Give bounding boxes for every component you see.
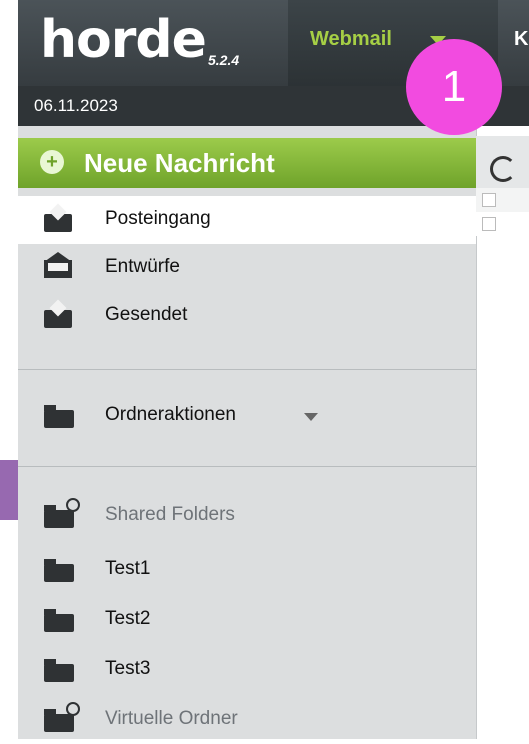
sidebar-item-test3[interactable]: Test3 (18, 646, 476, 694)
sidebar-item-label: Gesendet (105, 304, 188, 325)
message-list-toolbar (476, 136, 529, 188)
plus-icon: + (40, 150, 64, 174)
sidebar: + Neue Nachricht Posteingang Entwürfe Ge… (18, 126, 476, 739)
refresh-icon[interactable] (490, 156, 516, 182)
current-date: 06.11.2023 (34, 96, 118, 115)
folder-expand-icon (44, 498, 80, 528)
table-row[interactable] (476, 188, 529, 212)
folder-actions-menu[interactable]: Ordneraktionen (18, 392, 476, 440)
version-label: 5.2.4 (208, 52, 240, 68)
table-row[interactable] (476, 212, 529, 236)
sidebar-item-label: Test2 (105, 608, 151, 629)
sidebar-item-label: Test1 (105, 558, 151, 579)
divider (18, 369, 476, 370)
new-message-label: Neue Nachricht (84, 148, 275, 178)
nav-webmail-label: Webmail (310, 28, 392, 50)
step-badge: 1 (406, 39, 502, 135)
sidebar-item-sent[interactable]: Gesendet (18, 292, 476, 340)
edge-accent (0, 460, 18, 520)
new-message-button[interactable]: + Neue Nachricht (18, 138, 476, 188)
drafts-icon (44, 252, 74, 280)
select-checkbox[interactable] (482, 193, 496, 207)
sidebar-item-test2[interactable]: Test2 (18, 596, 476, 644)
divider (18, 466, 476, 467)
message-list-pane (476, 126, 529, 739)
chevron-down-icon (304, 413, 318, 421)
sidebar-item-drafts[interactable]: Entwürfe (18, 244, 476, 292)
sidebar-item-label: Shared Folders (105, 504, 235, 525)
sent-icon (44, 299, 74, 328)
nav-next-item[interactable]: K (514, 28, 528, 51)
folder-icon (44, 558, 74, 582)
logo-text: horde (40, 10, 207, 70)
sidebar-item-virtual-folders[interactable]: Virtuelle Ordner (18, 696, 476, 744)
folder-icon (44, 658, 74, 682)
left-edge-strip (0, 0, 18, 739)
folder-icon (44, 608, 74, 632)
folder-expand-icon (44, 702, 80, 732)
folder-icon (44, 404, 74, 428)
select-checkbox[interactable] (482, 217, 496, 231)
sidebar-item-label: Test3 (105, 658, 151, 679)
logo[interactable]: horde 5.2.4 (18, 0, 288, 86)
sidebar-item-shared-folders[interactable]: Shared Folders (18, 492, 476, 540)
inbox-icon (44, 203, 74, 232)
sidebar-item-inbox[interactable]: Posteingang (18, 196, 476, 244)
sidebar-item-label: Posteingang (105, 208, 211, 229)
sidebar-item-test1[interactable]: Test1 (18, 546, 476, 594)
folder-actions-label: Ordneraktionen (105, 404, 236, 425)
sidebar-item-label: Entwürfe (105, 256, 180, 277)
sidebar-item-label: Virtuelle Ordner (105, 708, 238, 729)
